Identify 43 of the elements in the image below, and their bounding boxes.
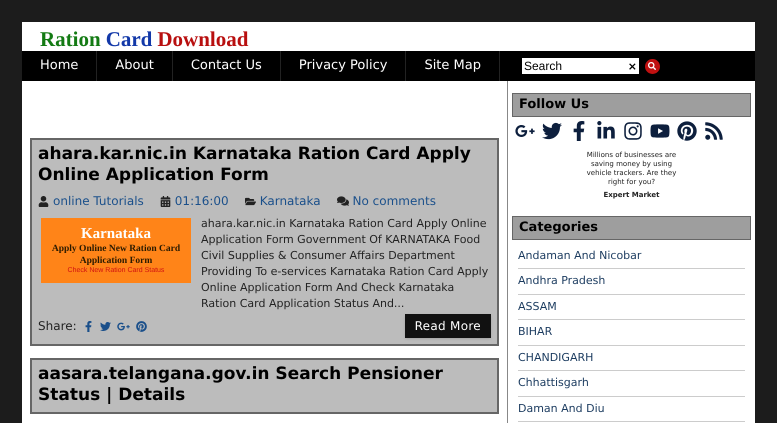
categories-heading: Categories xyxy=(512,216,751,240)
nav-link[interactable]: Home xyxy=(22,51,98,81)
search-button[interactable] xyxy=(644,58,660,74)
author-link[interactable]: online Tutorials xyxy=(53,192,144,210)
post-excerpt: ahara.kar.nic.in Karnataka Ration Card Apply Online Application Form Government Of KARNATAKA Food Civil Supplies & Consumer Affairs Department Providing To e-services Karnataka Ration Card Apply Online Application Form And Check Karnataka Ration Card Application Status And... xyxy=(201,216,490,312)
category-link[interactable]: Chhattisgarh xyxy=(518,376,589,390)
pinterest-share-icon[interactable] xyxy=(136,320,147,332)
post-title[interactable]: aasara.telangana.gov.in Search Pensioner Status | Details xyxy=(38,364,491,406)
post-title[interactable]: ahara.kar.nic.in Karnataka Ration Card Apply Online Application Form xyxy=(38,144,491,186)
user-icon xyxy=(38,196,49,206)
pinterest-icon[interactable] xyxy=(677,120,697,140)
search-icon xyxy=(648,62,656,70)
twitter-share-icon[interactable] xyxy=(100,320,111,332)
rss-icon[interactable] xyxy=(704,120,724,140)
nav-link[interactable]: Contact Us xyxy=(172,51,281,81)
category-link[interactable]: Karnataka xyxy=(260,192,321,210)
site-logo[interactable]: Ration Card Download xyxy=(40,29,248,50)
read-more-button[interactable]: Read More xyxy=(404,314,491,338)
comments-link[interactable]: No comments xyxy=(352,192,436,210)
share-label: Share: xyxy=(38,318,77,335)
twitter-icon[interactable] xyxy=(542,120,562,140)
nav-link[interactable]: About xyxy=(97,51,173,81)
google-plus-share-icon[interactable] xyxy=(116,320,130,332)
thumbnail-subtitle: Apply Online New Ration Card Application Form xyxy=(50,244,182,266)
facebook-share-icon[interactable] xyxy=(82,320,94,332)
post-time-link[interactable]: 01:16:00 xyxy=(174,192,229,210)
category-link[interactable]: CHANDIGARH xyxy=(518,350,594,365)
category-link[interactable]: Daman And Diu xyxy=(518,402,605,416)
folder-icon xyxy=(244,196,256,206)
category-link[interactable]: Andhra Pradesh xyxy=(518,274,606,288)
calendar-icon xyxy=(160,196,171,206)
instagram-icon[interactable] xyxy=(623,120,643,140)
search-field[interactable]: Search × xyxy=(522,58,639,74)
category-link[interactable]: ASSAM xyxy=(518,300,557,314)
category-link[interactable]: BIHAR xyxy=(518,325,552,340)
follow-us-heading: Follow Us xyxy=(512,93,751,116)
nav-link[interactable]: Privacy Policy xyxy=(280,51,406,81)
linkedin-icon[interactable] xyxy=(596,120,616,140)
comments-icon xyxy=(336,195,349,207)
thumbnail-heading: Karnataka xyxy=(80,224,151,244)
nav-link[interactable]: Site Map xyxy=(406,51,500,81)
clear-search-button[interactable]: × xyxy=(628,60,637,72)
category-link[interactable]: Andaman And Nicobar xyxy=(518,248,642,263)
